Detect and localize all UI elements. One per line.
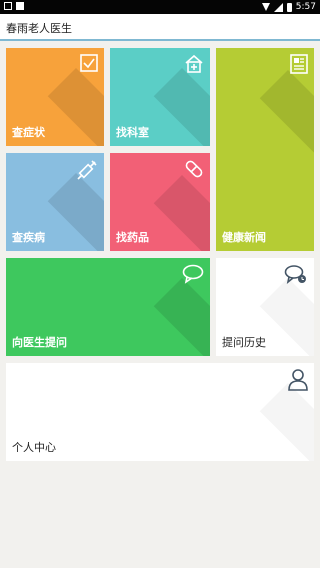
- tile-label: 找药品: [116, 231, 149, 244]
- chat-history-icon: [284, 265, 306, 284]
- pill-icon: [185, 160, 203, 178]
- wifi-icon: [261, 3, 270, 11]
- syringe-icon: [77, 160, 97, 180]
- tile-personal-center[interactable]: 个人中心: [6, 363, 314, 461]
- checkbox-icon: [80, 54, 98, 72]
- tile-check-symptoms[interactable]: 查症状: [6, 48, 104, 146]
- signal-icon: [273, 2, 283, 12]
- tile-find-medicine[interactable]: 找药品: [110, 153, 210, 251]
- tile-label: 查症状: [12, 126, 45, 139]
- tile-ask-doctor[interactable]: 向医生提问: [6, 258, 210, 356]
- status-bar: 5:57: [0, 0, 320, 14]
- tile-check-disease[interactable]: 查疾病: [6, 153, 104, 251]
- tile-find-department[interactable]: 找科室: [110, 48, 210, 146]
- app-header: 春雨老人医生: [0, 14, 320, 41]
- tile-question-history[interactable]: 提问历史: [216, 258, 314, 356]
- app-title: 春雨老人医生: [6, 22, 72, 35]
- chat-bubble-icon: [182, 264, 204, 284]
- tile-label: 健康新闻: [222, 231, 266, 244]
- newspaper-icon: [290, 54, 308, 74]
- battery-icon: [286, 2, 292, 12]
- tile-health-news[interactable]: 健康新闻: [216, 48, 314, 251]
- tile-label: 查疾病: [12, 231, 45, 244]
- notification-icon: [4, 2, 12, 10]
- status-time: 5:57: [295, 2, 316, 12]
- person-icon: [288, 369, 308, 391]
- tile-label: 提问历史: [222, 336, 266, 349]
- tile-label: 个人中心: [12, 441, 56, 454]
- hospital-icon: [185, 54, 203, 73]
- tile-label: 找科室: [116, 126, 149, 139]
- app-notification-icon: [16, 2, 24, 10]
- tile-label: 向医生提问: [12, 336, 67, 349]
